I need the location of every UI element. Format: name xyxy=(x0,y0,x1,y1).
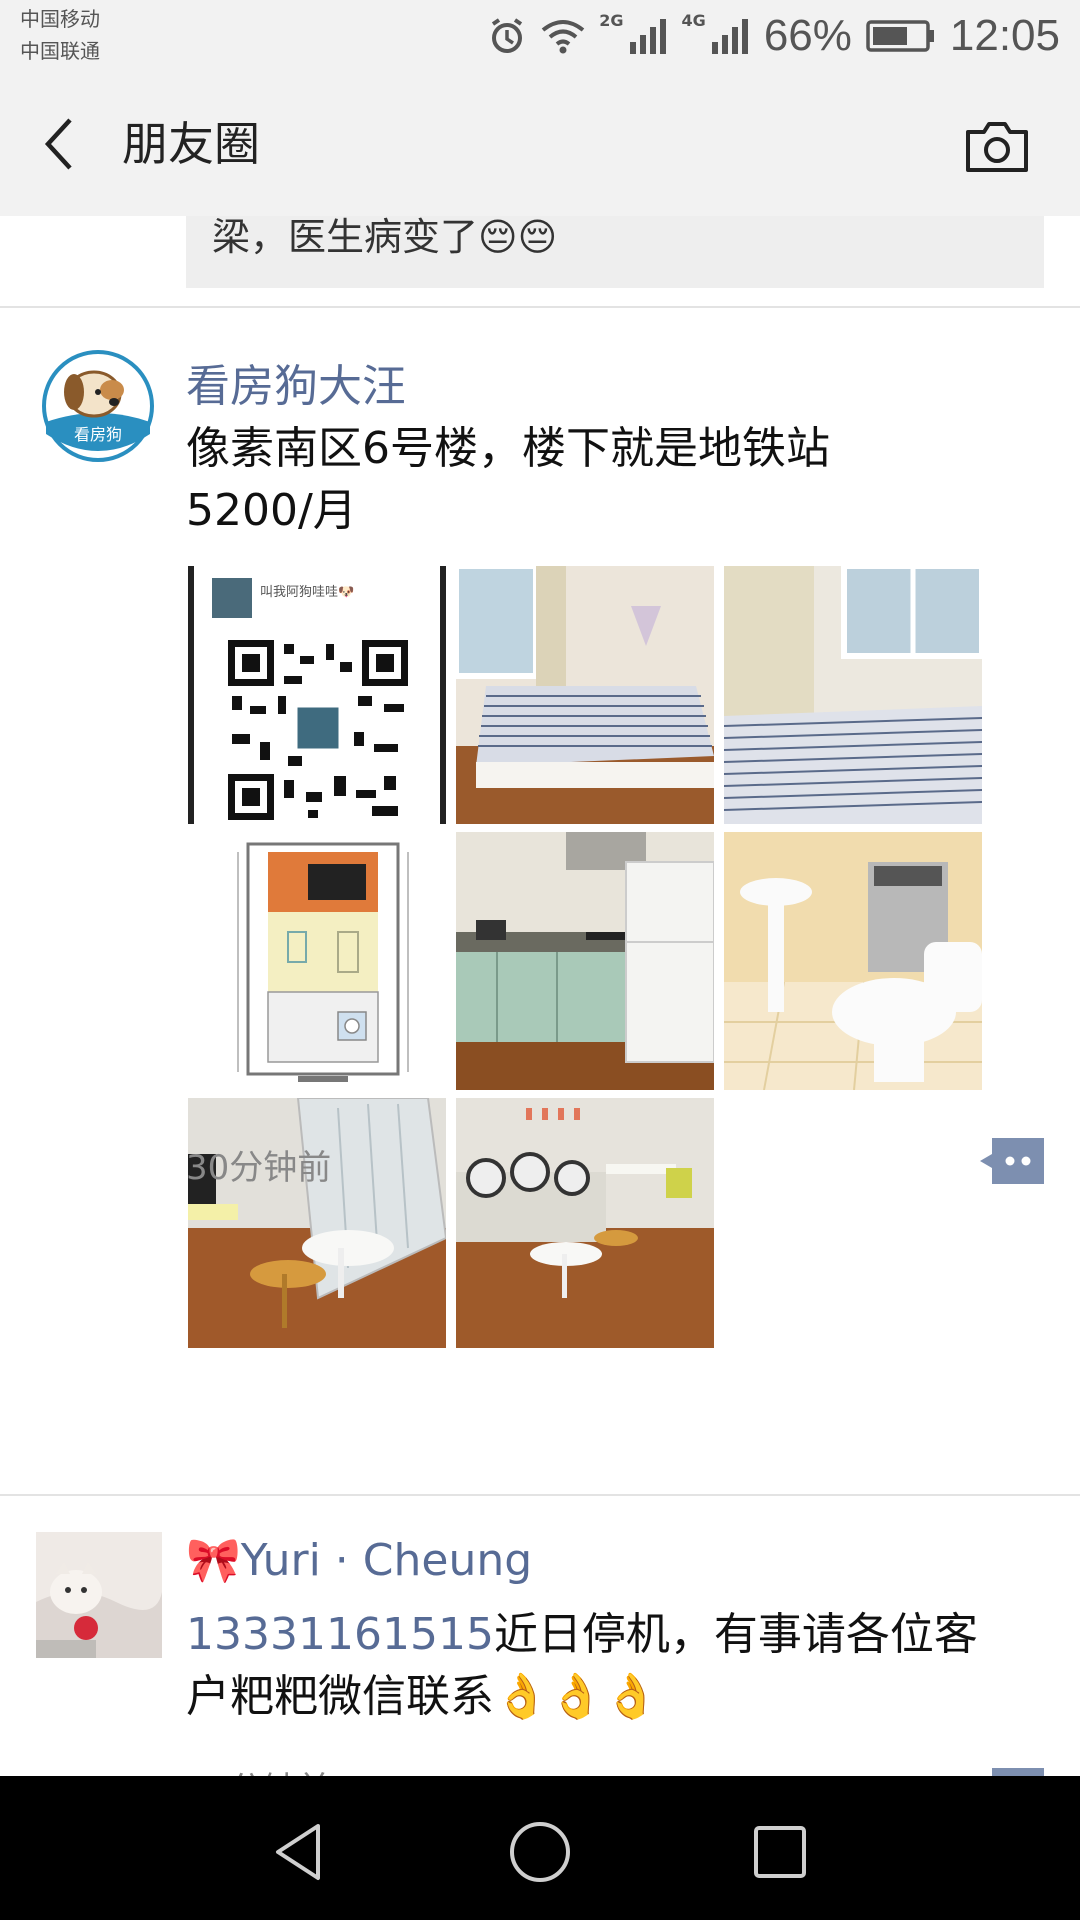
status-bar: 中国移动 中国联通 2G 4G 66% 12:05 xyxy=(0,0,1080,72)
circle-home-icon xyxy=(510,1822,570,1882)
thumb-bedroom[interactable] xyxy=(456,566,714,824)
thumb-bathroom[interactable] xyxy=(724,832,982,1090)
thumb-sofa-room[interactable] xyxy=(456,1098,714,1348)
post-text-after-phone: 近日停机，有事请各位客 xyxy=(493,1609,978,1660)
chevron-left-icon xyxy=(44,118,72,170)
battery-percent: 66% xyxy=(763,11,852,60)
thumb-bedroom-2[interactable] xyxy=(724,566,982,824)
more-dots-icon xyxy=(980,1138,1044,1184)
avatar[interactable]: 看房狗 xyxy=(36,344,160,468)
status-icons: 2G 4G 66% 12:05 xyxy=(487,8,1060,64)
moments-feed: 梁，医生病变了😔😔 看房狗 看房狗大汪 像素南区6号楼，楼下就是地铁站 5200… xyxy=(0,216,1080,1776)
previous-comment-text: 梁，医生病变了😔😔 xyxy=(212,216,558,259)
post-text-line-2: 户粑粑微信联系👌👌👌 xyxy=(186,1671,659,1722)
back-button[interactable] xyxy=(34,112,94,176)
divider xyxy=(0,306,1080,308)
battery-icon xyxy=(866,18,936,54)
system-nav-bar xyxy=(0,1776,1080,1920)
comment-action-button[interactable] xyxy=(980,1768,1044,1776)
network-2g-label: 2G xyxy=(599,10,624,30)
carrier-1: 中国移动 xyxy=(20,7,100,31)
signal-icon-1 xyxy=(628,18,668,54)
post-text-line-1: 13331161515近日停机，有事请各位客 xyxy=(186,1604,978,1666)
network-4g-label: 4G xyxy=(681,10,706,30)
nav-home-button[interactable] xyxy=(500,1812,580,1892)
avatar-caption: 看房狗 xyxy=(74,425,122,444)
signal-icon-2 xyxy=(710,18,750,54)
phone-number-link[interactable]: 13331161515 xyxy=(186,1609,494,1660)
post-time: 15分钟前 xyxy=(186,1762,331,1776)
username[interactable]: 看房狗大汪 xyxy=(186,350,406,414)
nav-recents-button[interactable] xyxy=(740,1812,820,1892)
comment-action-button[interactable] xyxy=(980,1138,1044,1184)
thumb-floor-plan[interactable] xyxy=(188,832,446,1090)
carrier-2: 中国联通 xyxy=(20,39,100,63)
qr-caption: 叫我阿狗哇哇🐶 xyxy=(260,585,354,600)
wifi-icon xyxy=(541,18,585,54)
page-title: 朋友圈 xyxy=(122,117,260,171)
post-text-line-1: 像素南区6号楼，楼下就是地铁站 xyxy=(186,423,830,474)
thumb-living-room[interactable] xyxy=(188,1098,446,1348)
more-dots-icon xyxy=(992,1768,1044,1776)
divider xyxy=(0,1494,1080,1496)
square-recents-icon xyxy=(754,1826,806,1878)
thumb-qr-code[interactable]: 叫我阿狗哇哇🐶 xyxy=(188,566,446,824)
post-time: 30分钟前 xyxy=(186,1148,332,1188)
previous-comment-box: 梁，医生病变了😔😔 xyxy=(186,216,1044,288)
clock: 12:05 xyxy=(949,11,1060,60)
post-text-line-2: 5200/月 xyxy=(186,485,357,536)
nav-back-button[interactable] xyxy=(260,1812,340,1892)
alarm-icon xyxy=(487,16,527,56)
triangle-back-icon xyxy=(276,1824,320,1880)
camera-button[interactable] xyxy=(962,116,1032,176)
thumb-kitchen[interactable] xyxy=(456,832,714,1090)
avatar[interactable] xyxy=(36,1532,162,1658)
username[interactable]: 🎀Yuri · Cheung xyxy=(186,1534,532,1586)
app-header: 朋友圈 xyxy=(0,72,1080,216)
camera-icon xyxy=(966,122,1028,172)
